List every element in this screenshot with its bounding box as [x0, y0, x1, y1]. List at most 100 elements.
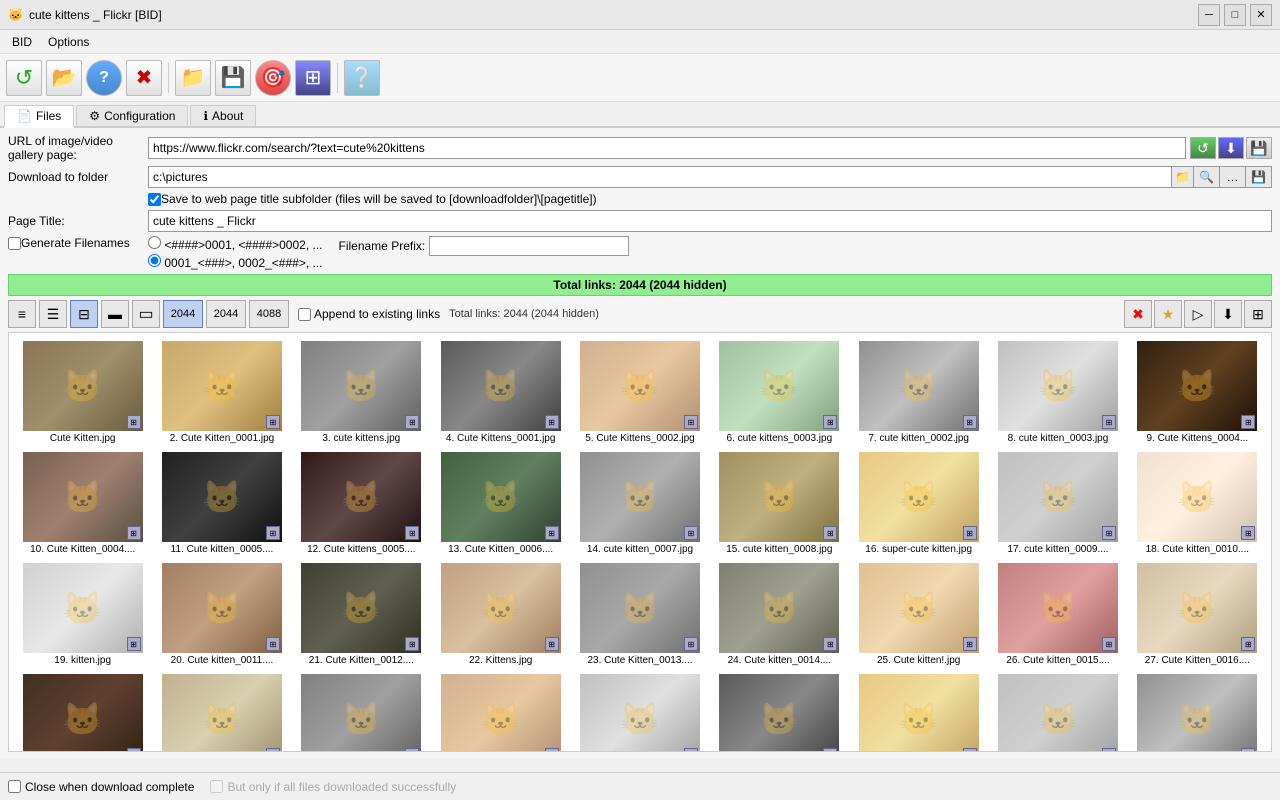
image-cell-24[interactable]: 🐱⊞24. Cute kitten_0014....	[710, 559, 849, 670]
image-cell-14[interactable]: 🐱⊞14. cute kitten_0007.jpg	[570, 448, 709, 559]
url-refresh-button[interactable]: ↺	[1190, 137, 1216, 159]
image-corner-icon-33[interactable]: ⊞	[823, 748, 837, 752]
image-cell-34[interactable]: 🐱⊞34. kitten...	[849, 670, 988, 752]
menu-options[interactable]: Options	[40, 33, 97, 51]
image-cell-3[interactable]: 🐱⊞3. cute kittens.jpg	[292, 337, 431, 448]
url-save-button[interactable]: 💾	[1246, 137, 1272, 159]
save-button[interactable]: 💾	[215, 60, 251, 96]
image-cell-10[interactable]: 🐱⊞10. Cute Kitten_0004....	[13, 448, 152, 559]
image-corner-icon-11[interactable]: ⊞	[266, 526, 280, 540]
image-corner-icon-24[interactable]: ⊞	[823, 637, 837, 651]
image-cell-18[interactable]: 🐱⊞18. Cute kitten_0010....	[1128, 448, 1267, 559]
image-corner-icon-4[interactable]: ⊞	[545, 415, 559, 429]
image-cell-5[interactable]: 🐱⊞5. Cute Kittens_0002.jpg	[570, 337, 709, 448]
image-corner-icon-32[interactable]: ⊞	[684, 748, 698, 752]
view-thumbnails-button[interactable]: ⊟	[70, 300, 98, 328]
image-corner-icon-2[interactable]: ⊞	[266, 415, 280, 429]
view-larger-button[interactable]: ▭	[132, 300, 160, 328]
image-cell-7[interactable]: 🐱⊞7. cute kitten_0002.jpg	[849, 337, 988, 448]
image-cell-35[interactable]: 🐱⊞35. kitten...	[988, 670, 1127, 752]
filename-radio-2[interactable]	[148, 254, 161, 267]
new-folder-button[interactable]: 📁	[175, 60, 211, 96]
image-cell-23[interactable]: 🐱⊞23. Cute Kitten_0013....	[570, 559, 709, 670]
image-corner-icon-21[interactable]: ⊞	[405, 637, 419, 651]
image-cell-15[interactable]: 🐱⊞15. cute kitten_0008.jpg	[710, 448, 849, 559]
image-cell-32[interactable]: 🐱⊞32. kitten...	[570, 670, 709, 752]
image-corner-icon-1[interactable]: ⊞	[127, 415, 141, 429]
image-corner-icon-22[interactable]: ⊞	[545, 637, 559, 651]
image-corner-icon-26[interactable]: ⊞	[1102, 637, 1116, 651]
view-details-button[interactable]: ☰	[39, 300, 67, 328]
image-cell-26[interactable]: 🐱⊞26. Cute kitten_0015....	[988, 559, 1127, 670]
image-cell-12[interactable]: 🐱⊞12. Cute kittens_0005....	[292, 448, 431, 559]
image-cell-36[interactable]: 🐱⊞36. kitten...	[1128, 670, 1267, 752]
image-corner-icon-3[interactable]: ⊞	[405, 415, 419, 429]
image-cell-4[interactable]: 🐱⊞4. Cute Kittens_0001.jpg	[431, 337, 570, 448]
image-corner-icon-17[interactable]: ⊞	[1102, 526, 1116, 540]
filename-option2[interactable]: 0001_<###>, 0002_<###>, ...	[148, 254, 323, 270]
subfolder-checkbox[interactable]	[148, 193, 161, 206]
size-2044-button[interactable]: 2044	[163, 300, 203, 328]
image-cell-2[interactable]: 🐱⊞2. Cute Kitten_0001.jpg	[152, 337, 291, 448]
image-corner-icon-12[interactable]: ⊞	[405, 526, 419, 540]
image-corner-icon-7[interactable]: ⊞	[963, 415, 977, 429]
image-corner-icon-16[interactable]: ⊞	[963, 526, 977, 540]
size-2044b-button[interactable]: 2044	[206, 300, 246, 328]
image-cell-11[interactable]: 🐱⊞11. Cute kitten_0005....	[152, 448, 291, 559]
tab-about[interactable]: ℹ About	[190, 105, 256, 126]
image-corner-icon-25[interactable]: ⊞	[963, 637, 977, 651]
image-corner-icon-9[interactable]: ⊞	[1241, 415, 1255, 429]
play-button[interactable]: ▷	[1184, 300, 1212, 328]
image-corner-icon-15[interactable]: ⊞	[823, 526, 837, 540]
image-cell-22[interactable]: 🐱⊞22. Kittens.jpg	[431, 559, 570, 670]
refresh-button[interactable]: ↺	[6, 60, 42, 96]
image-cell-8[interactable]: 🐱⊞8. cute kitten_0003.jpg	[988, 337, 1127, 448]
download-arrow-button[interactable]: ⬇	[1214, 300, 1242, 328]
image-corner-icon-5[interactable]: ⊞	[684, 415, 698, 429]
image-cell-25[interactable]: 🐱⊞25. Cute kitten!.jpg	[849, 559, 988, 670]
generate-filenames-checkbox[interactable]	[8, 237, 21, 250]
image-corner-icon-31[interactable]: ⊞	[545, 748, 559, 752]
clear-button[interactable]: ✖	[1124, 300, 1152, 328]
image-corner-icon-6[interactable]: ⊞	[823, 415, 837, 429]
minimize-button[interactable]: ─	[1198, 4, 1220, 26]
image-cell-33[interactable]: 🐱⊞33. kitten...	[710, 670, 849, 752]
target-button[interactable]: 🎯	[255, 60, 291, 96]
image-corner-icon-34[interactable]: ⊞	[963, 748, 977, 752]
image-corner-icon-35[interactable]: ⊞	[1102, 748, 1116, 752]
more-options-button[interactable]: …	[1220, 166, 1246, 188]
size-4088-button[interactable]: 4088	[249, 300, 289, 328]
menu-bid[interactable]: BID	[4, 33, 40, 51]
image-corner-icon-19[interactable]: ⊞	[127, 637, 141, 651]
save-folder-button[interactable]: 💾	[1246, 166, 1272, 188]
image-corner-icon-30[interactable]: ⊞	[405, 748, 419, 752]
image-corner-icon-36[interactable]: ⊞	[1241, 748, 1255, 752]
image-cell-27[interactable]: 🐱⊞27. Cute Kitten_0016....	[1128, 559, 1267, 670]
star-button[interactable]: ★	[1154, 300, 1182, 328]
image-corner-icon-28[interactable]: ⊞	[127, 748, 141, 752]
view-smaller-button[interactable]: ▬	[101, 300, 129, 328]
only-if-complete-label[interactable]: But only if all files downloaded success…	[210, 780, 456, 794]
filename-option1[interactable]: <####>0001, <####>0002, ...	[148, 236, 323, 252]
image-cell-13[interactable]: 🐱⊞13. Cute Kitten_0006....	[431, 448, 570, 559]
image-corner-icon-8[interactable]: ⊞	[1102, 415, 1116, 429]
image-cell-1[interactable]: 🐱⊞Cute Kitten.jpg	[13, 337, 152, 448]
image-corner-icon-14[interactable]: ⊞	[684, 526, 698, 540]
image-corner-icon-20[interactable]: ⊞	[266, 637, 280, 651]
page-title-input[interactable]	[148, 210, 1272, 232]
image-corner-icon-10[interactable]: ⊞	[127, 526, 141, 540]
append-label[interactable]: Append to existing links	[298, 307, 440, 321]
image-corner-icon-23[interactable]: ⊞	[684, 637, 698, 651]
image-cell-17[interactable]: 🐱⊞17. cute kitten_0009....	[988, 448, 1127, 559]
image-cell-20[interactable]: 🐱⊞20. Cute kitten_0011....	[152, 559, 291, 670]
image-cell-9[interactable]: 🐱⊞9. Cute Kittens_0004...	[1128, 337, 1267, 448]
close-when-complete-checkbox[interactable]	[8, 780, 21, 793]
grid-button[interactable]: ⊞	[295, 60, 331, 96]
image-cell-28[interactable]: 🐱⊞28. kitten...	[13, 670, 152, 752]
image-cell-31[interactable]: 🐱⊞31. kitten...	[431, 670, 570, 752]
image-cell-6[interactable]: 🐱⊞6. cute kittens_0003.jpg	[710, 337, 849, 448]
image-grid-container[interactable]: 🐱⊞Cute Kitten.jpg🐱⊞2. Cute Kitten_0001.j…	[8, 332, 1272, 752]
image-corner-icon-18[interactable]: ⊞	[1241, 526, 1255, 540]
open-folder-button[interactable]: 📂	[46, 60, 82, 96]
url-input[interactable]	[148, 137, 1186, 159]
